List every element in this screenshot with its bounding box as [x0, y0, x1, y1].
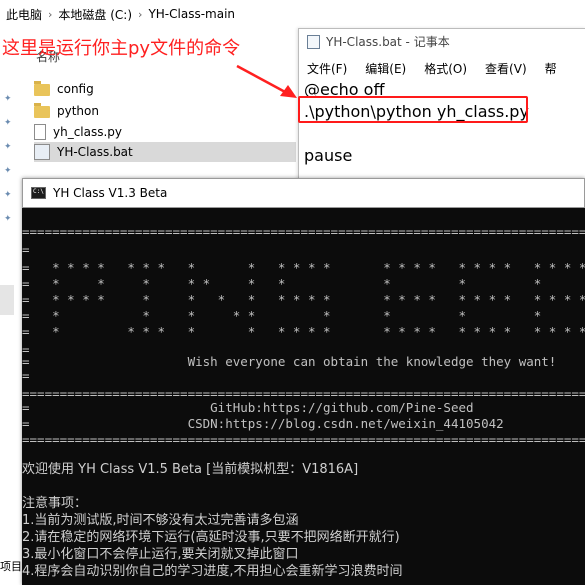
window-title: YH-Class.bat - 记事本 [326, 35, 450, 49]
menu-view[interactable]: 查看(V) [485, 60, 527, 77]
breadcrumb-item-folder[interactable]: YH-Class-main [148, 7, 235, 21]
file-name: YH-Class.bat [57, 145, 133, 159]
document-icon [34, 124, 46, 140]
console-line: = [22, 368, 30, 383]
menu-help[interactable]: 帮 [545, 60, 557, 77]
console-line: = * * * * * * * * * * [22, 276, 542, 291]
pin-icon[interactable]: ✦ [4, 118, 12, 128]
annotation-label: 这里是运行你主py文件的命令 [2, 38, 241, 59]
console-title-bar[interactable]: YH Class V1.3 Beta [22, 178, 585, 208]
notepad-icon [307, 34, 320, 49]
file-name: python [57, 104, 99, 118]
note-item: 4.程序会自动识别你自己的学习进度,不用担心会重新学习浪费时间 [22, 564, 403, 579]
console-line: = CSDN:https://blog.csdn.net/weixin_4410… [22, 416, 504, 431]
window-title: YH Class V1.3 Beta [53, 186, 168, 200]
pin-icon[interactable]: ✦ [4, 166, 12, 176]
console-line: ========================================… [22, 432, 585, 447]
pin-icon[interactable]: ✦ [4, 142, 12, 152]
console-output[interactable]: ========================================… [22, 218, 585, 585]
note-item: 1.当前为测试版,时间不够没有太过完善请多包涵 [22, 513, 299, 528]
pin-icon[interactable]: ✦ [4, 94, 12, 104]
menu-format[interactable]: 格式(O) [424, 60, 467, 77]
file-name: config [57, 82, 94, 96]
folder-icon [34, 103, 50, 118]
console-line: ========================================… [22, 224, 585, 239]
note-item: 2.请在稳定的网络环境下运行(高延时没事,只要不把网络断开就行) [22, 530, 400, 545]
menu-file[interactable]: 文件(F) [307, 60, 347, 77]
highlight-box [298, 96, 528, 123]
pin-icon[interactable]: ✦ [4, 214, 12, 224]
console-window: YH Class V1.3 Beta =====================… [22, 178, 585, 585]
welcome-line: 欢迎使用 YH Class V1.5 Beta [当前模拟机型：V1816A] [22, 462, 359, 477]
console-icon [31, 187, 46, 199]
console-line: = * * * * * * * * * * * * * * * * * * * … [22, 292, 585, 307]
batch-file-icon [34, 144, 50, 160]
pin-icon[interactable]: ✦ [4, 190, 12, 200]
note-item: 3.最小化窗口不会停止运行,要关闭就叉掉此窗口 [22, 547, 299, 562]
console-line: = Wish everyone can obtain the knowledge… [22, 354, 557, 369]
chevron-right-icon: › [48, 7, 53, 21]
breadcrumb: 此电脑 › 本地磁盘 (C:) › YH-Class-main [0, 0, 585, 28]
console-line: = * * * * * * * * * * * * * * * * * * * … [22, 324, 585, 339]
file-name: yh_class.py [53, 125, 123, 139]
console-line: = [22, 242, 30, 257]
chevron-right-icon: › [138, 7, 143, 21]
file-item-yh-class-bat[interactable]: YH-Class.bat [34, 142, 296, 162]
nav-item-label[interactable]: 项目 [0, 558, 22, 574]
console-line: = * * * * * * * * * * * * * * * * * * * … [22, 260, 585, 275]
notes-title: 注意事项： [22, 496, 88, 511]
breadcrumb-item-this-pc[interactable]: 此电脑 [6, 6, 42, 23]
notepad-text-area[interactable]: @echo off .\python\python yh_class.py paus… [304, 79, 529, 167]
console-line: = GitHub:https://github.com/Pine-Seed [22, 400, 474, 415]
console-line: = * * * * * * * * * [22, 308, 542, 323]
navigation-pane: ✦ ✦ ✦ ✦ ✦ ✦ [0, 60, 22, 585]
folder-icon [34, 81, 50, 96]
file-item-yh-class-py[interactable]: yh_class.py [34, 122, 294, 142]
notepad-menu-bar: 文件(F) 编辑(E) 格式(O) 查看(V) 帮 [307, 60, 557, 77]
arrow-icon [236, 64, 297, 98]
file-item-python[interactable]: python [34, 101, 294, 121]
notepad-title-bar[interactable]: YH-Class.bat - 记事本 [307, 33, 450, 50]
menu-edit[interactable]: 编辑(E) [365, 60, 406, 77]
text-line: pause [304, 146, 353, 165]
text-line [304, 123, 529, 145]
nav-selected-item[interactable] [0, 285, 14, 315]
breadcrumb-item-local-disk[interactable]: 本地磁盘 (C:) [58, 6, 132, 23]
